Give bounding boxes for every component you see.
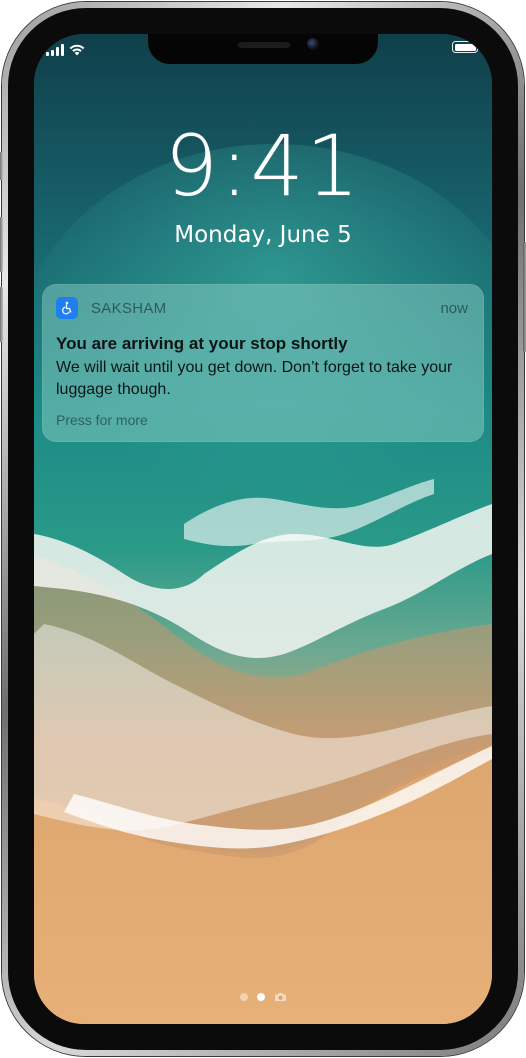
lock-screen: 9:41 Monday, June 5 SAKSHAM now You are … [34, 34, 492, 1024]
status-bar-right [452, 41, 481, 53]
notch [148, 34, 378, 64]
lock-screen-time: 9:41 [164, 117, 362, 215]
front-camera [307, 38, 319, 50]
volume-up-button [0, 217, 3, 272]
accessibility-wheelchair-icon [56, 297, 78, 319]
notification-body: We will wait until you get down. Don’t f… [56, 359, 453, 398]
status-bar-left [46, 38, 85, 56]
notification-app-name: SAKSHAM [91, 299, 167, 317]
page-indicator [34, 992, 492, 1002]
notification-time: now [440, 299, 468, 317]
volume-down-button [0, 287, 3, 342]
battery-icon [452, 41, 481, 53]
mute-switch [0, 152, 3, 180]
notification-title: You are arriving at your stop shortly [56, 334, 348, 353]
wifi-icon [69, 44, 85, 56]
page-dot[interactable] [239, 993, 248, 1001]
camera-icon[interactable] [274, 992, 287, 1002]
earpiece-speaker [238, 42, 290, 48]
page-dot-active[interactable] [256, 993, 265, 1001]
cellular-signal-icon [46, 44, 64, 56]
notification-header: SAKSHAM now [56, 296, 468, 320]
notification-press-for-more[interactable]: Press for more [56, 412, 148, 428]
battery-level-fill [454, 43, 476, 51]
notification-card[interactable]: SAKSHAM now You are arriving at your sto… [42, 284, 484, 442]
lock-screen-date: Monday, June 5 [174, 222, 352, 248]
